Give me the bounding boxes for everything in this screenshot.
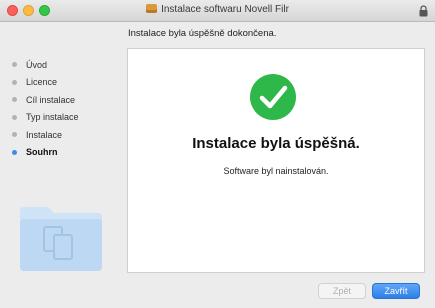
step-uvod: Úvod [12,56,122,74]
package-folder-icon [20,207,102,271]
step-dot [12,97,17,103]
back-button[interactable]: Zpět [318,283,366,299]
step-label: Licence [26,77,58,88]
window-title: Instalace softwaru Novell Filr [161,4,289,15]
success-title: Instalace byla úspěšná. [192,135,360,152]
steps-sidebar: Úvod Licence Cíl instalace Typ instalace… [12,56,122,161]
lock-icon [419,5,428,17]
step-label: Instalace [26,129,63,140]
step-dot [12,114,17,120]
step-label: Souhrn [26,147,58,158]
close-button[interactable]: Zavřít [372,283,420,299]
step-instalace: Instalace [12,126,122,144]
step-label: Úvod [26,59,48,70]
status-header: Instalace byla úspěšně dokončena. [128,28,277,39]
step-typ-instalace: Typ instalace [12,109,122,127]
step-licence: Licence [12,74,122,92]
summary-panel: Instalace byla úspěšná. Software byl nai… [127,48,425,273]
step-label: Typ instalace [26,112,79,123]
step-dot [12,62,17,68]
step-dot [12,79,17,85]
step-dot [12,132,17,138]
success-checkmark-icon [250,74,296,120]
step-label: Cíl instalace [26,94,76,105]
success-message: Software byl nainstalován. [223,166,329,176]
package-icon [146,4,158,13]
installer-window: Instalace softwaru Novell Filr Instalace… [0,0,435,308]
window-title-container: Instalace softwaru Novell Filr [0,4,435,15]
title-bar: Instalace softwaru Novell Filr [0,0,435,22]
step-dot-active [12,149,17,155]
step-cil-instalace: Cíl instalace [12,91,122,109]
step-souhrn: Souhrn [12,144,122,162]
